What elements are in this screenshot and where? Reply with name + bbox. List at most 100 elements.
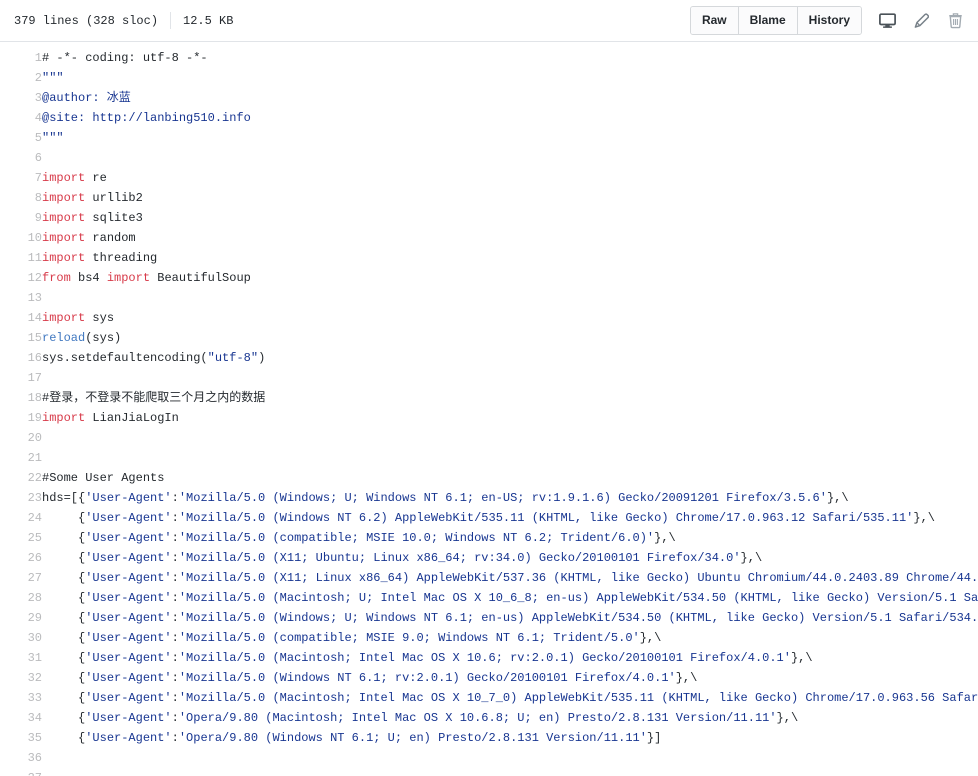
code-line-content: {'User-Agent':'Mozilla/5.0 (Macintosh; I… — [42, 688, 978, 708]
code-line-row: 10import random — [0, 228, 978, 248]
line-number[interactable]: 37 — [0, 768, 42, 776]
line-number[interactable]: 34 — [0, 708, 42, 728]
line-number[interactable]: 17 — [0, 368, 42, 388]
code-token: 'User-Agent' — [85, 511, 171, 525]
code-token: { — [42, 531, 85, 545]
code-line-row: 5""" — [0, 128, 978, 148]
code-line-content: hds=[{'User-Agent':'Mozilla/5.0 (Windows… — [42, 488, 978, 508]
code-line-row: 24 {'User-Agent':'Mozilla/5.0 (Windows N… — [0, 508, 978, 528]
code-token: : — [172, 671, 179, 685]
code-token: @author: 冰蓝 — [42, 91, 131, 105]
code-token: 'Mozilla/5.0 (X11; Linux x86_64) AppleWe… — [179, 571, 978, 585]
line-number[interactable]: 27 — [0, 568, 42, 588]
code-line-row: 35 {'User-Agent':'Opera/9.80 (Windows NT… — [0, 728, 978, 748]
line-number[interactable]: 8 — [0, 188, 42, 208]
code-token: ) — [258, 351, 265, 365]
line-number[interactable]: 16 — [0, 348, 42, 368]
history-button[interactable]: History — [798, 7, 861, 34]
code-token: : — [172, 551, 179, 565]
code-line-row: 6​ — [0, 148, 978, 168]
code-token: re — [85, 171, 107, 185]
blame-button[interactable]: Blame — [739, 7, 798, 34]
line-number[interactable]: 15 — [0, 328, 42, 348]
code-line-content: ​ — [42, 768, 978, 776]
line-number[interactable]: 13 — [0, 288, 42, 308]
code-line-content: ​ — [42, 428, 978, 448]
code-token: }] — [647, 731, 661, 745]
code-token: 'Mozilla/5.0 (Windows; U; Windows NT 6.1… — [179, 491, 827, 505]
line-number[interactable]: 3 — [0, 88, 42, 108]
line-number[interactable]: 14 — [0, 308, 42, 328]
line-number[interactable]: 20 — [0, 428, 42, 448]
code-token: { — [42, 691, 85, 705]
code-line-content: {'User-Agent':'Mozilla/5.0 (Windows; U; … — [42, 608, 978, 628]
code-token: 'Mozilla/5.0 (Windows NT 6.2) AppleWebKi… — [179, 511, 914, 525]
line-number[interactable]: 19 — [0, 408, 42, 428]
code-token: 'User-Agent' — [85, 631, 171, 645]
code-line-content: #登录，不登录不能爬取三个月之内的数据 — [42, 388, 978, 408]
code-token: @site: http://lanbing510.info — [42, 111, 251, 125]
code-line-content: ​ — [42, 368, 978, 388]
desktop-icon-button[interactable] — [874, 7, 900, 35]
line-number[interactable]: 30 — [0, 628, 42, 648]
line-number[interactable]: 28 — [0, 588, 42, 608]
file-header-bar: 379 lines (328 sloc) 12.5 KB Raw Blame H… — [0, 0, 978, 42]
code-line-row: 15reload(sys) — [0, 328, 978, 348]
code-token: reload — [42, 331, 85, 345]
code-token: #Some User Agents — [42, 471, 164, 485]
code-line-row: 22#Some User Agents — [0, 468, 978, 488]
line-number[interactable]: 18 — [0, 388, 42, 408]
line-number[interactable]: 32 — [0, 668, 42, 688]
line-number[interactable]: 6 — [0, 148, 42, 168]
line-number[interactable]: 35 — [0, 728, 42, 748]
line-number[interactable]: 21 — [0, 448, 42, 468]
line-number[interactable]: 26 — [0, 548, 42, 568]
code-token: },\ — [791, 651, 813, 665]
code-line-row: 16sys.setdefaultencoding("utf-8") — [0, 348, 978, 368]
trash-icon — [949, 13, 962, 29]
edit-icon-button[interactable] — [908, 7, 934, 35]
line-number[interactable]: 12 — [0, 268, 42, 288]
code-token: sys.setdefaultencoding( — [42, 351, 208, 365]
code-line-row: 1# -*- coding: utf-8 -*- — [0, 42, 978, 68]
line-number[interactable]: 29 — [0, 608, 42, 628]
line-number[interactable]: 5 — [0, 128, 42, 148]
line-number[interactable]: 11 — [0, 248, 42, 268]
delete-icon-button[interactable] — [942, 7, 968, 35]
code-token: import — [42, 191, 85, 205]
line-number[interactable]: 36 — [0, 748, 42, 768]
line-number[interactable]: 25 — [0, 528, 42, 548]
code-token: : — [172, 611, 179, 625]
code-token: 'User-Agent' — [85, 491, 171, 505]
code-token: { — [42, 631, 85, 645]
code-token: },\ — [777, 711, 799, 725]
code-line-row: 25 {'User-Agent':'Mozilla/5.0 (compatibl… — [0, 528, 978, 548]
code-token: { — [42, 611, 85, 625]
line-number[interactable]: 33 — [0, 688, 42, 708]
code-line-row: 12from bs4 import BeautifulSoup — [0, 268, 978, 288]
code-line-content: {'User-Agent':'Mozilla/5.0 (Macintosh; U… — [42, 588, 978, 608]
code-token: : — [172, 731, 179, 745]
code-token: import — [42, 311, 85, 325]
line-number[interactable]: 7 — [0, 168, 42, 188]
code-line-row: 20​ — [0, 428, 978, 448]
code-blob-wrapper[interactable]: 1# -*- coding: utf-8 -*-2"""3@author: 冰蓝… — [0, 42, 978, 776]
code-token: sys — [85, 311, 114, 325]
code-token: 'Mozilla/5.0 (Macintosh; Intel Mac OS X … — [179, 651, 791, 665]
code-token: urllib2 — [85, 191, 143, 205]
line-number[interactable]: 4 — [0, 108, 42, 128]
line-number[interactable]: 1 — [0, 42, 42, 68]
code-line-content: @site: http://lanbing510.info — [42, 108, 978, 128]
line-number[interactable]: 23 — [0, 488, 42, 508]
line-number[interactable]: 9 — [0, 208, 42, 228]
code-line-row: 13​ — [0, 288, 978, 308]
line-number[interactable]: 2 — [0, 68, 42, 88]
line-number[interactable]: 24 — [0, 508, 42, 528]
line-number[interactable]: 10 — [0, 228, 42, 248]
raw-button[interactable]: Raw — [691, 7, 739, 34]
code-line-content: @author: 冰蓝 — [42, 88, 978, 108]
code-line-content: import threading — [42, 248, 978, 268]
line-number[interactable]: 22 — [0, 468, 42, 488]
code-token: hds=[{ — [42, 491, 85, 505]
line-number[interactable]: 31 — [0, 648, 42, 668]
